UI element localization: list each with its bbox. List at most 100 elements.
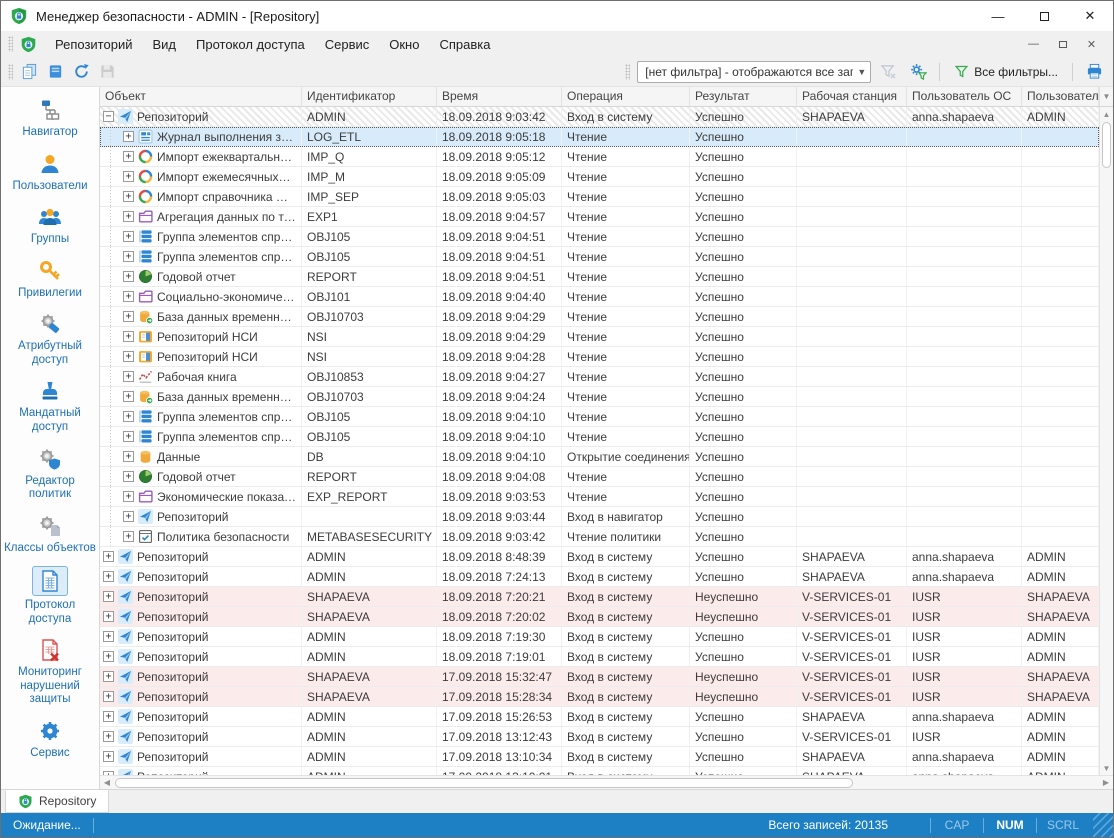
menu-item-2[interactable]: Вид xyxy=(142,33,186,56)
grid-row[interactable]: +Годовой отчетREPORT18.09.2018 9:04:08Чт… xyxy=(100,467,1099,487)
expand-expander[interactable]: + xyxy=(123,431,134,442)
expand-expander[interactable]: + xyxy=(123,211,134,222)
grid-row[interactable]: +Репозиторий НСИNSI18.09.2018 9:04:29Чте… xyxy=(100,327,1099,347)
sidebar-item-attr[interactable]: Атрибутный доступ xyxy=(1,305,99,372)
grid-row[interactable]: +Импорт ежемесячныхх д...IMP_M18.09.2018… xyxy=(100,167,1099,187)
scroll-left-arrow-icon[interactable]: ◀ xyxy=(100,778,114,787)
close-button[interactable]: ✕ xyxy=(1067,1,1113,31)
grid-row[interactable]: +Импорт справочника СЭПIMP_SEP18.09.2018… xyxy=(100,187,1099,207)
grid-row[interactable]: +РепозиторийADMIN18.09.2018 7:19:30Вход … xyxy=(100,627,1099,647)
column-header-1[interactable]: Объект xyxy=(100,87,302,106)
column-header-7[interactable]: Пользователь ОС xyxy=(907,87,1022,106)
menu-item-6[interactable]: Справка xyxy=(429,33,500,56)
expand-expander[interactable]: + xyxy=(123,531,134,542)
sidebar-item-key[interactable]: Привилегии xyxy=(1,252,99,306)
grid-row[interactable]: +Экономические показат...EXP_REPORT18.09… xyxy=(100,487,1099,507)
refresh-button[interactable] xyxy=(69,60,93,84)
sidebar-item-classes[interactable]: Классы объектов xyxy=(1,507,99,561)
expand-expander[interactable]: + xyxy=(123,511,134,522)
expand-expander[interactable]: + xyxy=(103,631,114,642)
new-record-button[interactable] xyxy=(17,60,41,84)
mdi-close-button[interactable]: ✕ xyxy=(1078,35,1105,53)
vertical-scroll-track[interactable] xyxy=(1100,169,1113,761)
column-chooser-button[interactable]: ▼ xyxy=(1099,87,1113,106)
grid-row[interactable]: +Агрегация данных по те...EXP118.09.2018… xyxy=(100,207,1099,227)
grid-row[interactable]: +Импорт ежеквартальны...IMP_Q18.09.2018 … xyxy=(100,147,1099,167)
expand-expander[interactable]: + xyxy=(103,651,114,662)
expand-expander[interactable]: + xyxy=(123,411,134,422)
scroll-right-arrow-icon[interactable]: ▶ xyxy=(1099,778,1113,787)
menu-item-4[interactable]: Сервис xyxy=(315,33,380,56)
sidebar-item-mandatory[interactable]: Мандатный доступ xyxy=(1,372,99,439)
expand-expander[interactable]: + xyxy=(103,591,114,602)
grid-row[interactable]: +РепозиторийSHAPAEVA18.09.2018 7:20:02Вх… xyxy=(100,607,1099,627)
sidebar-item-monitor[interactable]: Мониторинг нарушений защиты xyxy=(1,631,99,712)
expand-expander[interactable]: + xyxy=(103,551,114,562)
grid-row[interactable]: +ДанныеDB18.09.2018 9:04:10Открытие соед… xyxy=(100,447,1099,467)
expand-expander[interactable]: + xyxy=(103,711,114,722)
grid-row[interactable]: +РепозиторийADMIN17.09.2018 15:26:53Вход… xyxy=(100,707,1099,727)
expand-expander[interactable]: + xyxy=(123,471,134,482)
horizontal-scroll-thumb[interactable] xyxy=(115,778,853,788)
column-header-5[interactable]: Результат xyxy=(690,87,797,106)
tab-repository[interactable]: Repository xyxy=(5,790,109,813)
expand-expander[interactable]: + xyxy=(103,731,114,742)
expand-expander[interactable]: + xyxy=(123,371,134,382)
grid-row[interactable]: +РепозиторийADMIN18.09.2018 7:24:13Вход … xyxy=(100,567,1099,587)
grid-row[interactable]: +РепозиторийADMIN18.09.2018 7:19:01Вход … xyxy=(100,647,1099,667)
horizontal-scrollbar[interactable]: ◀ ▶ xyxy=(100,775,1113,789)
expand-expander[interactable]: + xyxy=(103,611,114,622)
expand-expander[interactable]: + xyxy=(123,271,134,282)
grid-row[interactable]: +Группа элементов справ...OBJ10518.09.20… xyxy=(100,427,1099,447)
menu-item-1[interactable]: Репозиторий xyxy=(45,33,142,56)
grid-row[interactable]: +Рабочая книгаOBJ1085318.09.2018 9:04:27… xyxy=(100,367,1099,387)
expand-expander[interactable]: + xyxy=(123,231,134,242)
expand-expander[interactable]: + xyxy=(123,291,134,302)
grid-row[interactable]: +РепозиторийADMIN17.09.2018 13:10:34Вход… xyxy=(100,747,1099,767)
mdi-minimize-button[interactable]: — xyxy=(1020,35,1047,53)
column-header-2[interactable]: Идентификатор xyxy=(302,87,437,106)
expand-expander[interactable]: + xyxy=(123,351,134,362)
sidebar-item-navigator[interactable]: Навигатор xyxy=(1,91,99,145)
expand-expander[interactable]: + xyxy=(123,191,134,202)
sidebar-item-service[interactable]: Сервис xyxy=(1,712,99,766)
grid-row[interactable]: +Социально-экономичес...OBJ10118.09.2018… xyxy=(100,287,1099,307)
column-header-4[interactable]: Операция xyxy=(562,87,690,106)
collapse-expander[interactable]: − xyxy=(103,111,114,122)
grid-row[interactable]: +РепозиторийSHAPAEVA17.09.2018 15:32:47В… xyxy=(100,667,1099,687)
expand-expander[interactable]: + xyxy=(103,751,114,762)
grid-row[interactable]: +Репозиторий18.09.2018 9:03:44Вход в нав… xyxy=(100,507,1099,527)
sidebar-item-accesslog[interactable]: Протокол доступа xyxy=(1,560,99,631)
sidebar-item-policyedit[interactable]: Редактор политик xyxy=(1,440,99,507)
grid-row[interactable]: +Репозиторий НСИNSI18.09.2018 9:04:28Чте… xyxy=(100,347,1099,367)
column-header-6[interactable]: Рабочая станция xyxy=(797,87,907,106)
expand-expander[interactable]: + xyxy=(123,451,134,462)
grid-row[interactable]: +Журнал выполнения зад...LOG_ETL18.09.20… xyxy=(100,127,1099,147)
all-filters-button[interactable]: Все фильтры... xyxy=(948,62,1064,81)
grid-row[interactable]: +Годовой отчетREPORT18.09.2018 9:04:51Чт… xyxy=(100,267,1099,287)
sidebar-item-groups[interactable]: Группы xyxy=(1,198,99,252)
minimize-button[interactable]: — xyxy=(975,1,1021,31)
grid-row[interactable]: +Политика безопасностиMETABASESECURITY18… xyxy=(100,527,1099,547)
grid-row[interactable]: +РепозиторийADMIN18.09.2018 8:48:39Вход … xyxy=(100,547,1099,567)
scroll-down-arrow-icon[interactable]: ▼ xyxy=(1100,761,1113,775)
grid-row[interactable]: −РепозиторийADMIN18.09.2018 9:03:42Вход … xyxy=(100,107,1099,127)
grid-row[interactable]: +Группа элементов справ...OBJ10518.09.20… xyxy=(100,407,1099,427)
column-header-8[interactable]: Пользователь xyxy=(1022,87,1099,106)
expand-expander[interactable]: + xyxy=(123,331,134,342)
expand-expander[interactable]: + xyxy=(123,171,134,182)
expand-expander[interactable]: + xyxy=(123,311,134,322)
scroll-up-arrow-icon[interactable]: ▲ xyxy=(1100,107,1113,121)
expand-expander[interactable]: + xyxy=(123,131,134,142)
mdi-restore-button[interactable] xyxy=(1049,35,1076,53)
column-header-3[interactable]: Время xyxy=(437,87,562,106)
clear-filter-button[interactable] xyxy=(876,60,900,84)
expand-expander[interactable]: + xyxy=(123,391,134,402)
expand-expander[interactable]: + xyxy=(103,671,114,682)
expand-expander[interactable]: + xyxy=(123,251,134,262)
expand-expander[interactable]: + xyxy=(123,151,134,162)
expand-expander[interactable]: + xyxy=(103,691,114,702)
grid-row[interactable]: +База данных временных ...OBJ1070318.09.… xyxy=(100,387,1099,407)
grid-row[interactable]: +РепозиторийADMIN17.09.2018 13:12:43Вход… xyxy=(100,727,1099,747)
sidebar-item-users[interactable]: Пользователи xyxy=(1,145,99,199)
